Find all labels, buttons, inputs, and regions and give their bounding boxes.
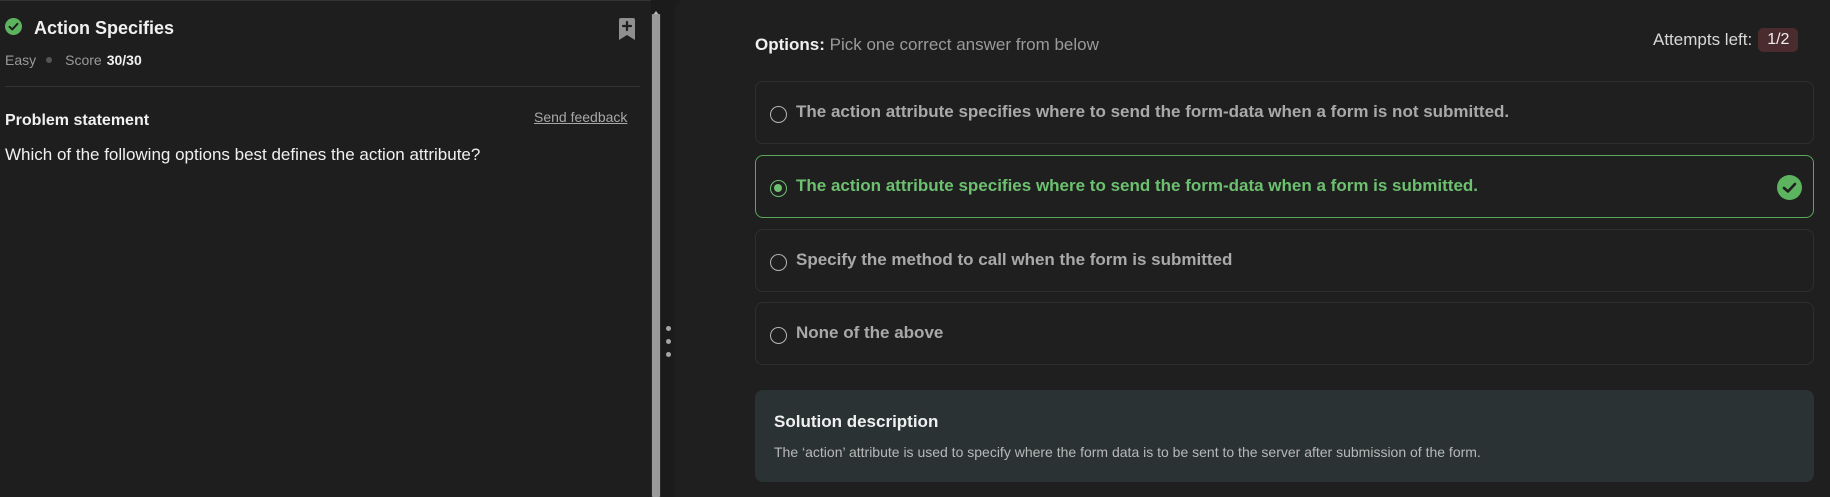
radio-button-selected[interactable] xyxy=(770,180,787,197)
radio-button[interactable] xyxy=(770,106,787,123)
radio-button[interactable] xyxy=(770,327,787,344)
separator-dot xyxy=(46,57,53,63)
attempts-badge: 1/2 xyxy=(1758,28,1799,52)
attempts-label: Attempts left: xyxy=(1653,30,1753,49)
option-2[interactable]: The action attribute specifies where to … xyxy=(755,155,1814,218)
bookmark-add-icon[interactable] xyxy=(617,18,637,41)
attempts-left: Attempts left: 1/2 xyxy=(1653,28,1799,52)
send-feedback-link[interactable]: Send feedback xyxy=(534,109,627,125)
panel-resize-handle[interactable] xyxy=(664,326,674,366)
options-heading-label: Options: xyxy=(755,35,825,54)
option-1[interactable]: The action attribute specifies where to … xyxy=(755,81,1814,144)
difficulty-label: Easy xyxy=(5,52,37,68)
option-4[interactable]: None of the above xyxy=(755,302,1814,365)
options-heading: Options: Pick one correct answer from be… xyxy=(755,35,1099,55)
option-text: None of the above xyxy=(796,323,944,342)
option-3[interactable]: Specify the method to call when the form… xyxy=(755,229,1814,292)
check-circle-icon xyxy=(1777,175,1802,200)
question-text: Which of the following options best defi… xyxy=(5,145,481,164)
option-text: Specify the method to call when the form… xyxy=(796,250,1233,269)
problem-statement-heading: Problem statement xyxy=(5,112,150,129)
options-panel: Options: Pick one correct answer from be… xyxy=(675,0,1830,497)
scrollbar-thumb[interactable] xyxy=(652,14,660,497)
option-text: The action attribute specifies where to … xyxy=(796,176,1479,195)
problem-meta: Easy Score 30/30 xyxy=(5,52,142,68)
problem-title: Action Specifies xyxy=(34,18,175,38)
divider xyxy=(5,86,640,87)
app-window: Action Specifies Easy Score 30/30 Proble… xyxy=(0,0,1830,497)
check-circle-icon xyxy=(5,18,22,35)
problem-panel: Action Specifies Easy Score 30/30 Proble… xyxy=(0,0,651,497)
radio-button[interactable] xyxy=(770,254,787,271)
solution-heading: Solution description xyxy=(774,412,939,431)
solution-text: The ‘action’ attribute is used to specif… xyxy=(774,444,1481,460)
score-value: 30/30 xyxy=(106,52,142,68)
solution-description: Solution description The ‘action’ attrib… xyxy=(755,390,1814,482)
score-label: Score xyxy=(65,52,102,68)
option-text: The action attribute specifies where to … xyxy=(796,102,1510,121)
options-heading-text: Pick one correct answer from below xyxy=(829,35,1099,54)
